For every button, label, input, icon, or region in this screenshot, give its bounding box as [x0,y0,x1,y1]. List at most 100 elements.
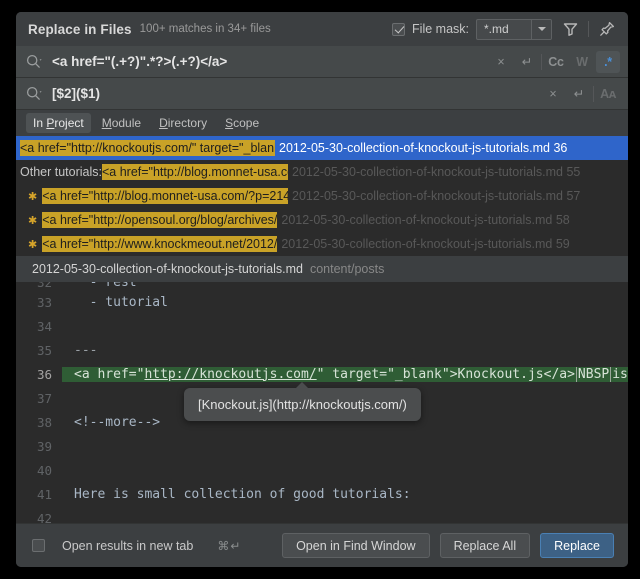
result-prefix: Other tutorials: [20,165,102,179]
line-content: - tutorial [74,294,168,310]
line-number: 32 [36,282,52,290]
table-row[interactable]: Other tutorials: <a href="http://blog.mon… [16,160,628,184]
dialog-title: Replace in Files [28,21,132,37]
bullet-star-icon: ✱ [28,190,38,203]
result-match-text: Other tutorials: <a href="http://blog.mon… [20,164,288,180]
table-row[interactable]: ✱ <a href="http://blog.monnet-usa.com/?p=… [16,184,628,208]
line-number: 36 [36,366,52,382]
line-number: 38 [36,414,52,430]
preview-file-dir: content/posts [309,262,385,276]
bullet-star-icon: ✱ [28,238,38,251]
result-file-info: 2012-05-30-collection-of-knockout-js-tut… [292,189,581,203]
result-file-info: 2012-05-30-collection-of-knockout-js-tut… [292,165,581,179]
result-match-text: <a href="http://knockoutjs.com/" target=… [20,140,275,156]
table-row[interactable]: ✱ <a href="http://www.knockmeout.net/2012… [16,232,628,256]
replace-field-row[interactable]: [$2]($1) × ↵ Aᴀ [16,78,628,110]
clear-replace-button[interactable]: × [541,83,565,105]
scope-tabs: In Project Module Directory Scope [16,110,628,136]
table-row[interactable]: <a href="http://knockoutjs.com/" target=… [16,136,628,160]
line-number: 42 [36,510,52,524]
replace-search-icon [26,86,43,101]
code-line: 34 [16,314,628,338]
filter-button[interactable] [559,18,581,40]
file-mask-dropdown-arrow[interactable] [531,19,551,39]
match-summary: 100+ matches in 34+ files [139,23,271,35]
match-highlight: <a href="http://www.knockmeout.net/2012/ [42,236,278,252]
file-mask-combobox[interactable]: *.md [476,18,552,40]
match-highlight: <a href="http://blog.monnet-usa.com/?p=2… [101,164,288,180]
regex-toggle[interactable]: .* [596,50,620,73]
search-icon [26,54,43,69]
code-line-match: 36 <a href="http://knockoutjs.com/" targ… [16,362,628,386]
tab-module[interactable]: Module [95,113,148,133]
results-list[interactable]: <a href="http://knockoutjs.com/" target=… [16,136,628,256]
replace-input[interactable]: [$2]($1) [52,86,541,101]
code-line: 35 --- [16,338,628,362]
code-line: 39 [16,434,628,458]
line-number: 41 [36,486,52,502]
code-preview[interactable]: 32 - rest 33 - tutorial 34 35 --- 36 <a … [16,282,628,523]
match-highlight: <a href="http://blog.monnet-usa.com/?p=2… [42,188,288,204]
divider [593,85,594,102]
newline-search-button[interactable]: ↵ [515,51,539,73]
replace-field-tools: × ↵ Aᴀ [541,83,620,105]
url-text: http://knockoutjs.com/ [144,366,317,382]
code-line: 33 - tutorial [16,290,628,314]
line-content: --- [74,342,98,358]
search-field-tools: × ↵ Cc W .* [489,50,620,73]
replace-button[interactable]: Replace [540,533,614,558]
line-number: 33 [36,294,52,310]
replace-all-button[interactable]: Replace All [439,533,531,558]
tab-scope[interactable]: Scope [218,113,266,133]
line-number: 34 [36,318,52,334]
open-in-find-window-button[interactable]: Open in Find Window [282,533,430,558]
line-number: 37 [36,390,52,406]
nbsp-marker: NBSP [575,366,612,382]
code-line: 42 [16,506,628,524]
line-number: 35 [36,342,52,358]
result-match-text: ✱ <a href="http://www.knockmeout.net/2012… [20,236,278,252]
line-number: 40 [36,462,52,478]
result-file-info: 2012-05-30-collection-of-knockout-js-tut… [281,237,570,251]
code-line: 40 [16,458,628,482]
line-content: Here is small collection of good tutoria… [74,486,411,502]
dialog-header: Replace in Files 100+ matches in 34+ fil… [16,12,628,46]
match-case-toggle[interactable]: Cc [544,51,568,73]
newline-replace-button[interactable]: ↵ [567,83,591,105]
tab-in-project[interactable]: In Project [26,113,91,133]
shortcut-hint: ⌘↵ [217,538,242,553]
line-number: 39 [36,438,52,454]
file-mask-checkbox[interactable] [392,22,406,36]
preview-file-name: 2012-05-30-collection-of-knockout-js-tut… [32,262,303,276]
result-file-info: 2012-05-30-collection-of-knockout-js-tut… [279,141,568,155]
file-mask-value: *.md [484,22,509,36]
whole-words-toggle[interactable]: W [570,51,594,73]
chevron-down-icon [537,27,546,31]
result-match-text: ✱ <a href="http://blog.monnet-usa.com/?p=… [20,188,288,204]
clear-search-button[interactable]: × [489,51,513,73]
result-match-text: ✱ <a href="http://opensoul.org/blog/archi… [20,212,278,228]
tab-directory[interactable]: Directory [152,113,214,133]
search-field-row[interactable]: <a href="(.+?)".*?>(.+?)</a> × ↵ Cc W .* [16,46,628,78]
line-content: - rest [74,282,137,290]
table-row[interactable]: ✱ <a href="http://opensoul.org/blog/archi… [16,208,628,232]
pin-button[interactable] [596,18,618,40]
preview-path-bar: 2012-05-30-collection-of-knockout-js-tut… [16,256,628,282]
search-input[interactable]: <a href="(.+?)".*?>(.+?)</a> [52,54,489,69]
dialog-footer: Open results in new tab ⌘↵ Open in Find … [16,523,628,567]
preserve-case-toggle[interactable]: Aᴀ [596,83,620,105]
code-line: 32 - rest [16,282,628,290]
replace-in-files-dialog: Replace in Files 100+ matches in 34+ fil… [16,12,628,567]
result-file-info: 2012-05-30-collection-of-knockout-js-tut… [281,213,570,227]
replacement-preview-tooltip: [Knockout.js](http://knockoutjs.com/) [184,382,421,421]
divider [588,21,589,37]
match-highlight: <a href="http://knockoutjs.com/" target=… [20,140,275,156]
bullet-star-icon: ✱ [28,214,38,227]
header-tools: File mask: *.md [392,18,618,40]
pin-icon [600,21,615,36]
filter-icon [563,23,577,36]
divider [541,53,542,70]
open-results-new-tab-label: Open results in new tab [62,538,194,553]
match-highlight: <a href="http://opensoul.org/blog/archiv… [42,212,278,228]
open-results-new-tab-checkbox[interactable] [32,539,45,552]
